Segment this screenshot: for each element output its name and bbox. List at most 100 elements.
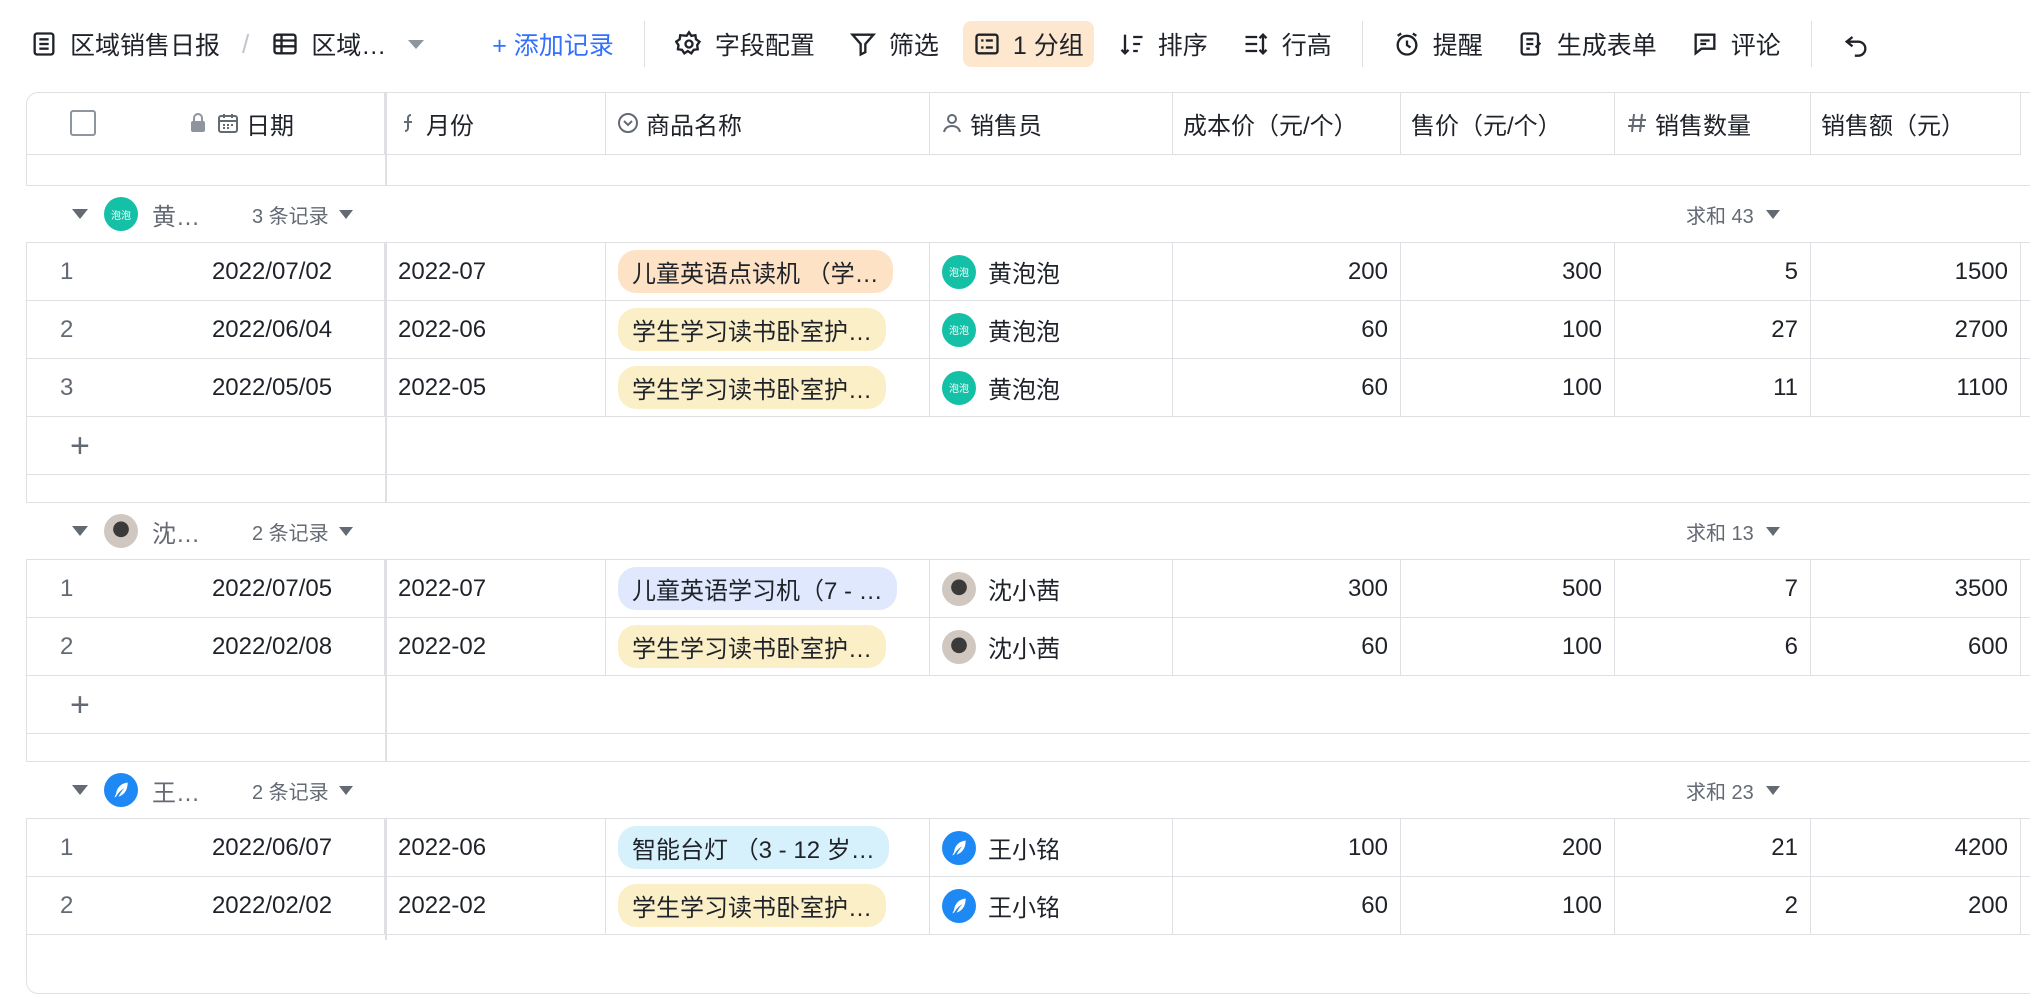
cell-revenue[interactable]: 600 xyxy=(1811,618,2021,675)
cell-month[interactable]: 2022-06 xyxy=(386,301,606,358)
cell-cost[interactable]: 100 xyxy=(1173,819,1401,876)
group-header[interactable]: 沈… 2 条记录 求和 13 xyxy=(26,502,2030,560)
group-sum[interactable]: 求和 23 xyxy=(1686,776,1780,805)
cell-cost[interactable]: 60 xyxy=(1173,359,1401,416)
comment-button[interactable]: 评论 xyxy=(1681,21,1791,67)
cell-price[interactable]: 500 xyxy=(1401,560,1615,617)
cell-revenue[interactable]: 1100 xyxy=(1811,359,2021,416)
cell-price[interactable]: 100 xyxy=(1401,877,1615,934)
cell-seller[interactable]: 泡泡 黄泡泡 xyxy=(930,301,1173,358)
collapse-group-icon[interactable] xyxy=(72,526,88,536)
table-row[interactable]: 1 2022/07/05 2022-07 儿童英语学习机（7 - … 沈小茜 3… xyxy=(26,560,2030,618)
column-header-cost[interactable]: 成本价（元/个） xyxy=(1173,92,1401,154)
avatar xyxy=(104,514,138,548)
cell-product[interactable]: 学生学习读书卧室护… xyxy=(606,359,930,416)
row-height-button[interactable]: 行高 xyxy=(1232,21,1342,67)
column-header-date[interactable]: 日期 xyxy=(186,92,386,154)
cell-revenue[interactable]: 200 xyxy=(1811,877,2021,934)
undo-button[interactable] xyxy=(1832,21,1892,67)
column-header-month[interactable]: 月份 xyxy=(386,92,606,154)
table-row[interactable]: 1 2022/07/02 2022-07 儿童英语点读机 （学… 泡泡 黄泡泡 2… xyxy=(26,243,2030,301)
cell-date[interactable]: 2022/05/05 xyxy=(160,359,386,416)
table-row[interactable]: 2 2022/06/04 2022-06 学生学习读书卧室护… 泡泡 黄泡泡 60… xyxy=(26,301,2030,359)
cell-month[interactable]: 2022-06 xyxy=(386,819,606,876)
group-header[interactable]: 泡泡 黄… 3 条记录 求和 43 xyxy=(26,185,2030,243)
cell-qty[interactable]: 6 xyxy=(1615,618,1811,675)
table-row[interactable]: 3 2022/05/05 2022-05 学生学习读书卧室护… 泡泡 黄泡泡 60… xyxy=(26,359,2030,417)
cell-product[interactable]: 学生学习读书卧室护… xyxy=(606,618,930,675)
group-sum[interactable]: 求和 43 xyxy=(1686,200,1780,229)
cell-date[interactable]: 2022/02/08 xyxy=(160,618,386,675)
select-all-checkbox[interactable] xyxy=(70,110,96,136)
cell-revenue[interactable]: 4200 xyxy=(1811,819,2021,876)
cell-qty[interactable]: 7 xyxy=(1615,560,1811,617)
cell-price[interactable]: 100 xyxy=(1401,301,1615,358)
column-header-price[interactable]: 售价（元/个） xyxy=(1401,92,1615,154)
cell-cost[interactable]: 60 xyxy=(1173,877,1401,934)
column-header-product[interactable]: 商品名称 xyxy=(606,92,930,154)
cell-cost[interactable]: 60 xyxy=(1173,618,1401,675)
cell-month[interactable]: 2022-02 xyxy=(386,877,606,934)
cell-month[interactable]: 2022-02 xyxy=(386,618,606,675)
add-row-button[interactable]: + xyxy=(26,417,2030,475)
cell-qty[interactable]: 21 xyxy=(1615,819,1811,876)
table-row[interactable]: 1 2022/06/07 2022-06 智能台灯 （3 - 12 岁… 王小铭… xyxy=(26,819,2030,877)
cell-month[interactable]: 2022-07 xyxy=(386,243,606,300)
cell-qty[interactable]: 27 xyxy=(1615,301,1811,358)
cell-qty[interactable]: 5 xyxy=(1615,243,1811,300)
cell-cost[interactable]: 300 xyxy=(1173,560,1401,617)
add-row-button[interactable]: + xyxy=(26,676,2030,734)
cell-seller[interactable]: 王小铭 xyxy=(930,877,1173,934)
cell-price[interactable]: 300 xyxy=(1401,243,1615,300)
cell-cost[interactable]: 200 xyxy=(1173,243,1401,300)
cell-date[interactable]: 2022/06/07 xyxy=(160,819,386,876)
cell-price[interactable]: 100 xyxy=(1401,359,1615,416)
collapse-group-icon[interactable] xyxy=(72,785,88,795)
cell-month[interactable]: 2022-07 xyxy=(386,560,606,617)
field-config-button[interactable]: 字段配置 xyxy=(665,21,825,67)
cell-revenue[interactable]: 1500 xyxy=(1811,243,2021,300)
view-switcher[interactable]: 区域… xyxy=(261,21,434,67)
cell-date[interactable]: 2022/06/04 xyxy=(160,301,386,358)
group-record-count[interactable]: 2 条记录 xyxy=(252,776,353,805)
column-header-qty[interactable]: 销售数量 xyxy=(1615,92,1811,154)
cell-date[interactable]: 2022/07/05 xyxy=(160,560,386,617)
table-switcher[interactable]: 区域销售日报 xyxy=(20,21,230,67)
cell-date[interactable]: 2022/07/02 xyxy=(160,243,386,300)
cell-cost[interactable]: 60 xyxy=(1173,301,1401,358)
group-sum[interactable]: 求和 13 xyxy=(1686,517,1780,546)
column-header-price-label: 售价（元/个） xyxy=(1411,112,1562,140)
cell-product[interactable]: 智能台灯 （3 - 12 岁… xyxy=(606,819,930,876)
collapse-group-icon[interactable] xyxy=(72,209,88,219)
reminder-button[interactable]: 提醒 xyxy=(1383,21,1493,67)
cell-seller[interactable]: 沈小茜 xyxy=(930,618,1173,675)
filter-button[interactable]: 筛选 xyxy=(839,21,949,67)
cell-month[interactable]: 2022-05 xyxy=(386,359,606,416)
sort-button[interactable]: 排序 xyxy=(1108,21,1218,67)
cell-date[interactable]: 2022/02/02 xyxy=(160,877,386,934)
cell-seller[interactable]: 王小铭 xyxy=(930,819,1173,876)
cell-seller[interactable]: 沈小茜 xyxy=(930,560,1173,617)
group-record-count[interactable]: 3 条记录 xyxy=(252,200,353,229)
table-row[interactable]: 2 2022/02/02 2022-02 学生学习读书卧室护… 王小铭 60 1… xyxy=(26,877,2030,935)
group-record-count[interactable]: 2 条记录 xyxy=(252,517,353,546)
add-record-button[interactable]: + 添加记录 xyxy=(482,21,624,67)
cell-qty[interactable]: 11 xyxy=(1615,359,1811,416)
cell-seller[interactable]: 泡泡 黄泡泡 xyxy=(930,243,1173,300)
group-header[interactable]: 王… 2 条记录 求和 23 xyxy=(26,761,2030,819)
cell-revenue[interactable]: 3500 xyxy=(1811,560,2021,617)
cell-product[interactable]: 儿童英语学习机（7 - … xyxy=(606,560,930,617)
cell-product[interactable]: 学生学习读书卧室护… xyxy=(606,301,930,358)
column-header-seller[interactable]: 销售员 xyxy=(930,92,1173,154)
generate-form-button[interactable]: 生成表单 xyxy=(1507,21,1667,67)
cell-price[interactable]: 200 xyxy=(1401,819,1615,876)
cell-product[interactable]: 学生学习读书卧室护… xyxy=(606,877,930,934)
cell-price[interactable]: 100 xyxy=(1401,618,1615,675)
column-header-revenue[interactable]: 销售额（元） xyxy=(1811,92,2021,154)
group-button[interactable]: 1 分组 xyxy=(962,21,1094,67)
cell-product[interactable]: 儿童英语点读机 （学… xyxy=(606,243,930,300)
table-row[interactable]: 2 2022/02/08 2022-02 学生学习读书卧室护… 沈小茜 60 1… xyxy=(26,618,2030,676)
cell-seller[interactable]: 泡泡 黄泡泡 xyxy=(930,359,1173,416)
cell-revenue[interactable]: 2700 xyxy=(1811,301,2021,358)
cell-qty[interactable]: 2 xyxy=(1615,877,1811,934)
